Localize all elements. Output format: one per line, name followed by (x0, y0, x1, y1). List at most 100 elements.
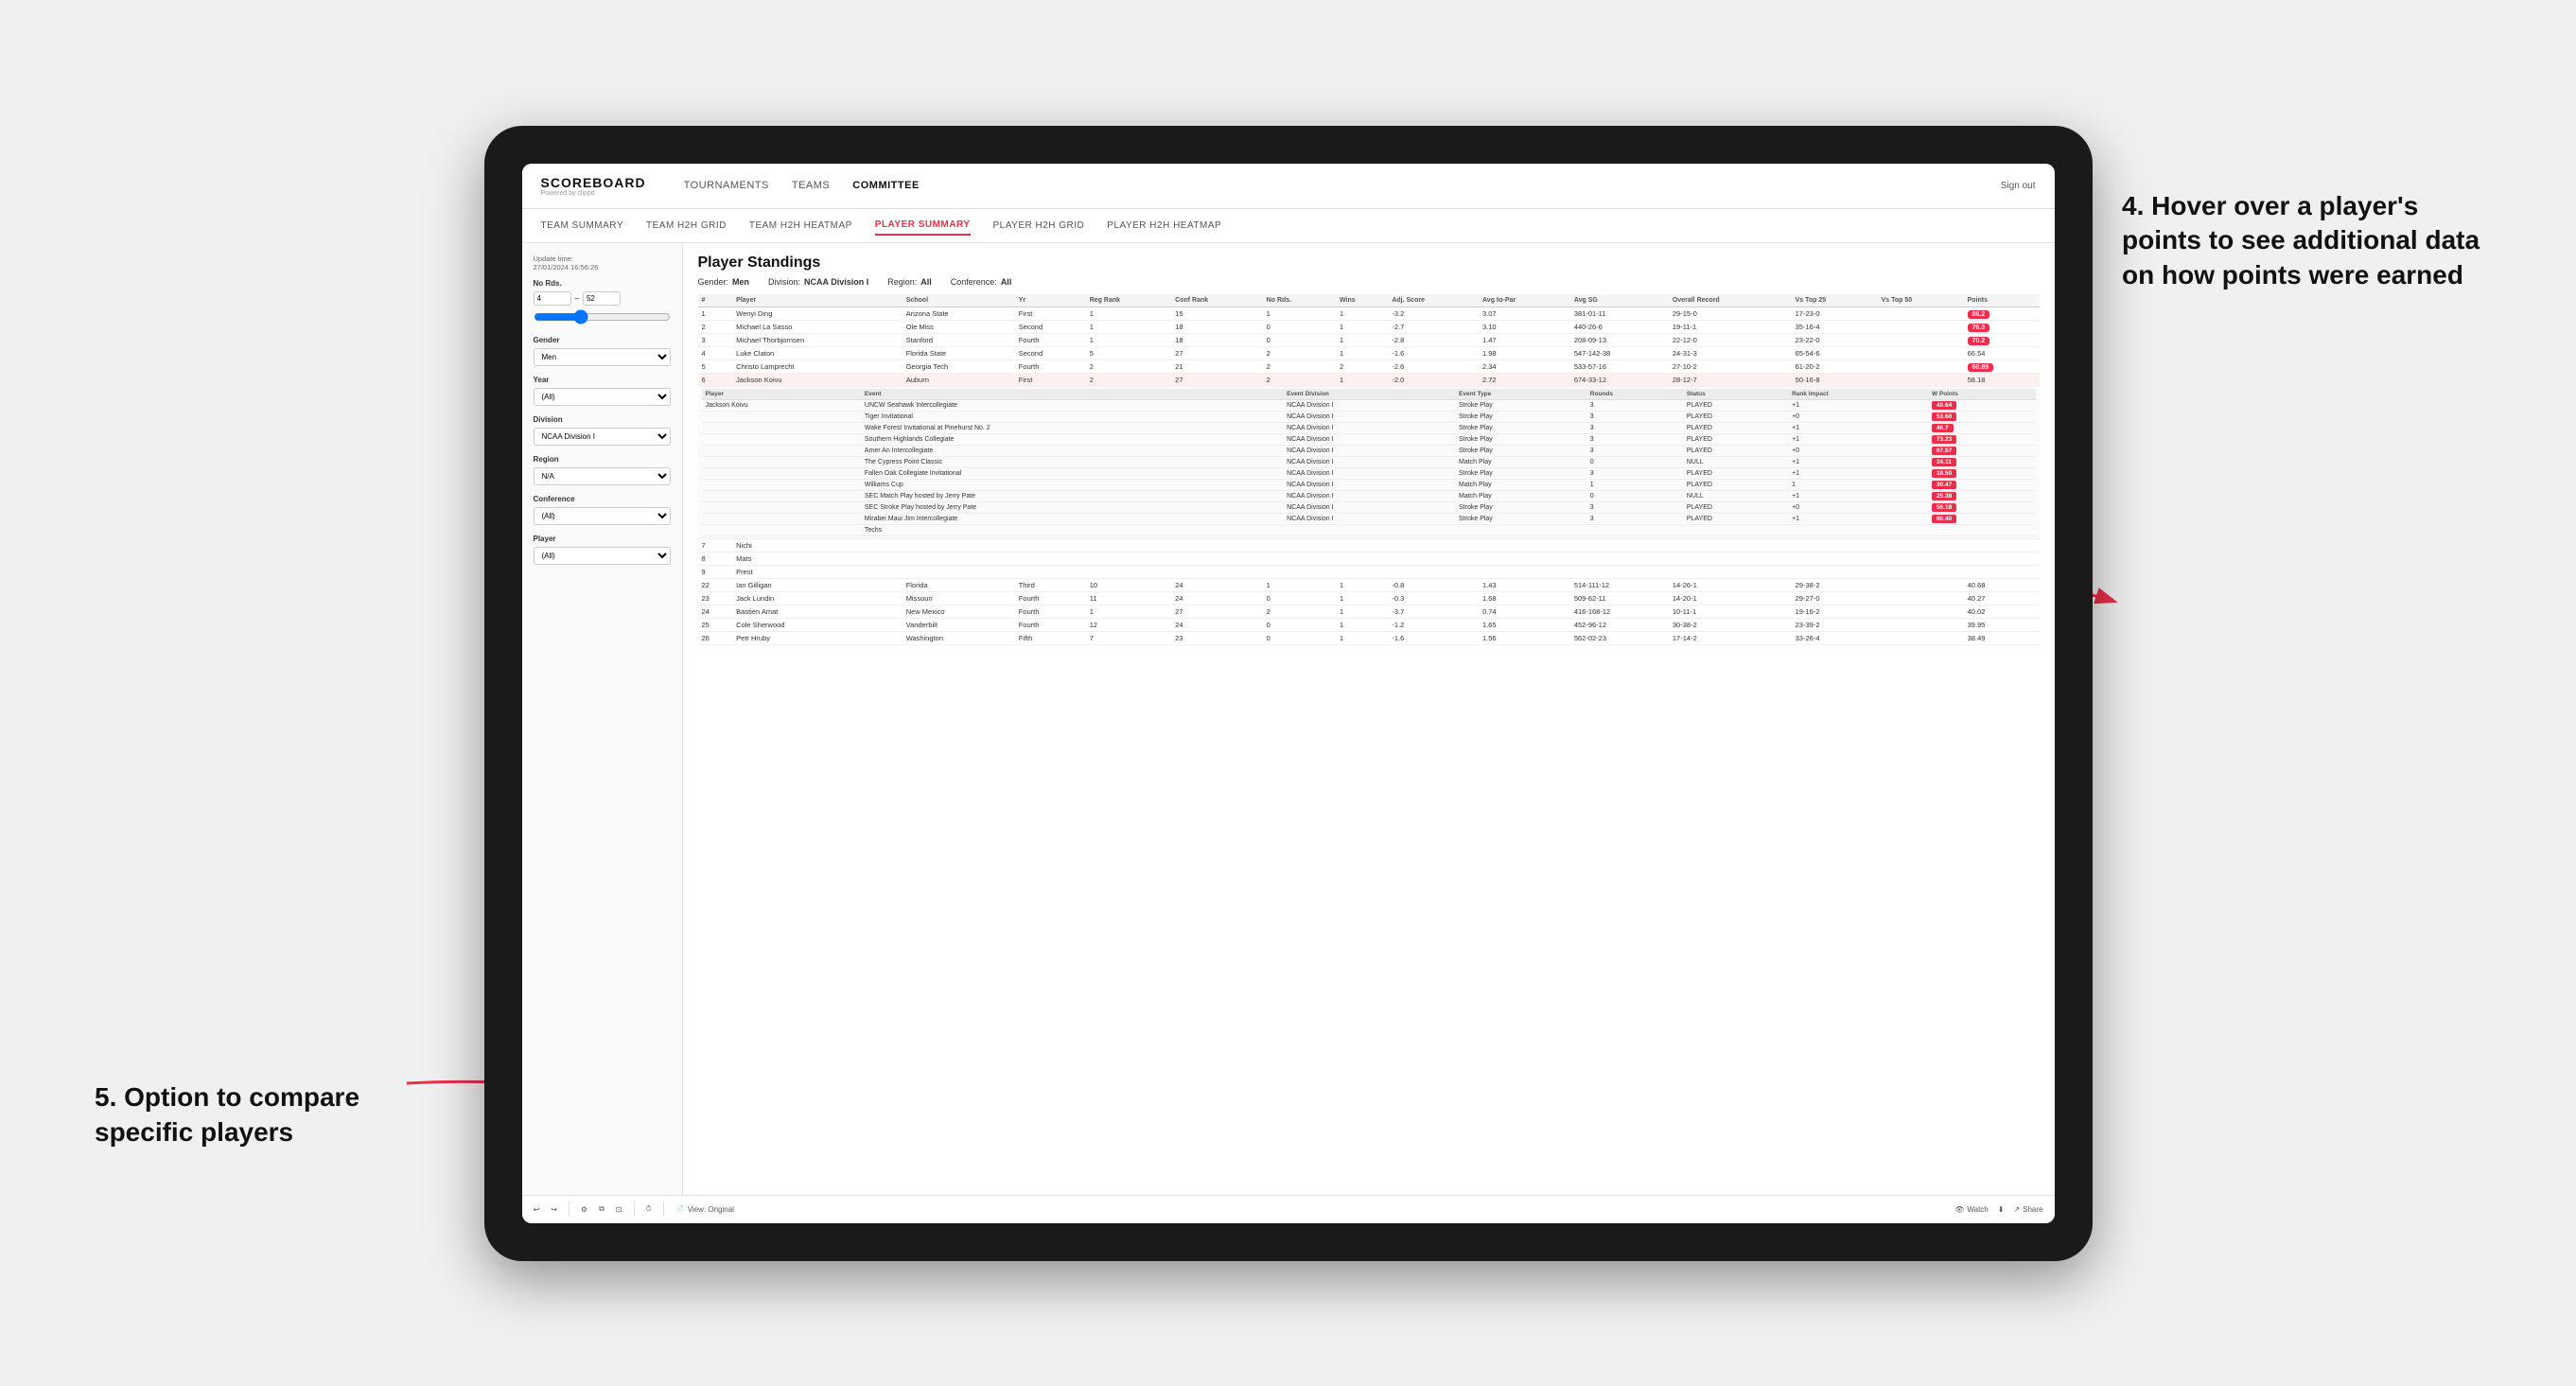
table-row: 25 Cole Sherwood Vanderbilt Fourth 12 24… (698, 618, 2040, 631)
nav-tournaments[interactable]: TOURNAMENTS (684, 176, 769, 195)
col-to-par: Avg to-Par (1479, 294, 1570, 307)
sidebar-gender-label: Gender (534, 336, 671, 344)
sign-out-link[interactable]: Sign out (2001, 181, 2036, 191)
toolbar-sep-3 (663, 1202, 664, 1217)
main-content: Update time: 27/01/2024 16:56:26 No Rds.… (522, 243, 2055, 1195)
sidebar-conference-select[interactable]: (All) (534, 507, 671, 525)
col-player: Player (732, 294, 902, 307)
col-reg-rank: Reg Rank (1086, 294, 1171, 307)
nav-items: TOURNAMENTS TEAMS COMMITTEE (684, 176, 2001, 195)
export-btn[interactable]: ⊡ (616, 1205, 622, 1214)
nav-teams[interactable]: TEAMS (792, 176, 830, 195)
col-conf-rank: Conf Rank (1171, 294, 1263, 307)
inner-table-row: Southern Highlands Collegiate NCAA Divis… (702, 433, 2036, 445)
sidebar-gender: Gender Men (534, 336, 671, 366)
subnav-player-h2h-heatmap[interactable]: PLAYER H2H HEATMAP (1107, 217, 1221, 235)
annotation-hover-points: 4. Hover over a player's points to see a… (2122, 189, 2481, 292)
top-nav: SCOREBOARD Powered by clippd TOURNAMENTS… (522, 164, 2055, 209)
expanded-events-row: Player Event Event Division Event Type R… (698, 386, 2040, 538)
col-wins: Wins (1336, 294, 1388, 307)
subnav-player-h2h-grid[interactable]: PLAYER H2H GRID (993, 217, 1085, 235)
inner-table-row: Fallen Oak Collegiate Invitational NCAA … (702, 467, 2036, 479)
subnav-team-summary[interactable]: TEAM SUMMARY (541, 217, 624, 235)
table-row: 26 Petr Hruby Washington Fifth 7 23 0 1 … (698, 631, 2040, 644)
subnav-player-summary[interactable]: PLAYER SUMMARY (875, 216, 971, 236)
table-row: 5 Christo Lamprecht Georgia Tech Fourth … (698, 360, 2040, 373)
col-yr: Yr (1015, 294, 1086, 307)
sidebar-division-label: Division (534, 415, 671, 424)
brand-title: SCOREBOARD (541, 175, 646, 190)
sidebar-conference-label: Conference (534, 495, 671, 503)
inner-table-row: The Cypress Point Classic NCAA Division … (702, 456, 2036, 467)
undo-btn[interactable]: ↩ (534, 1205, 540, 1214)
table-row: 1 Wenyi Ding Arizona State First 1 15 1 … (698, 307, 2040, 320)
clock-btn[interactable]: ⏱ (646, 1204, 652, 1214)
standings-table: # Player School Yr Reg Rank Conf Rank No… (698, 294, 2040, 645)
inner-table-row: Williams Cup NCAA Division I Match Play … (702, 479, 2036, 490)
inner-table-row: Amer An Intercollegiate NCAA Division I … (702, 445, 2036, 456)
col-vs50: Vs Top 50 (1878, 294, 1964, 307)
table-row: 24 Bastien Amat New Mexico Fourth 1 27 2… (698, 605, 2040, 618)
col-vs25: Vs Top 25 (1792, 294, 1878, 307)
table-row: 6 Jackson Koivu Auburn First 2 27 2 1 -2… (698, 373, 2040, 386)
sidebar-player-label: Player (534, 535, 671, 543)
inner-table-row: SEC Match Play hosted by Jerry Pate NCAA… (702, 490, 2036, 501)
redo-btn[interactable]: ↪ (551, 1205, 557, 1214)
brand-sub: Powered by clippd (541, 190, 646, 197)
inner-table-row: Mirabei Maui Jim Intercollegiate NCAA Di… (702, 513, 2036, 524)
inner-table-row: Wake Forest Invitational at Pinehurst No… (702, 422, 2036, 433)
bottom-toolbar: ↩ ↪ ⚙ ⧉ ⊡ ⏱ 📄 View: Original 👁 Watch ⬇ ↗… (522, 1195, 2055, 1223)
filter-gender: Gender: Men (698, 277, 750, 287)
col-rds: No Rds. (1263, 294, 1336, 307)
sidebar: Update time: 27/01/2024 16:56:26 No Rds.… (522, 243, 683, 1195)
table-row: 2 Michael La Sasso Ole Miss Second 1 18 … (698, 320, 2040, 333)
inner-table-row: Jackson Koivu UNCW Seahawk Intercollegia… (702, 399, 2036, 411)
filter-conference: Conference: All (951, 277, 1012, 287)
sidebar-no-rds-max-input[interactable] (583, 291, 621, 306)
tablet-screen: SCOREBOARD Powered by clippd TOURNAMENTS… (522, 164, 2055, 1223)
tablet-frame: SCOREBOARD Powered by clippd TOURNAMENTS… (484, 126, 2093, 1261)
sidebar-gender-select[interactable]: Men (534, 348, 671, 366)
inner-table-row: Tiger Invitational NCAA Division I Strok… (702, 411, 2036, 422)
sidebar-player: Player (All) (534, 535, 671, 565)
view-original-btn[interactable]: 📄 View: Original (675, 1205, 734, 1214)
sidebar-year-label: Year (534, 376, 671, 384)
inner-table-row: Techs (702, 524, 2036, 535)
sidebar-rds-slider[interactable] (534, 309, 671, 325)
settings-btn[interactable]: ⚙ (581, 1205, 587, 1214)
sidebar-no-rds-range: – (534, 291, 671, 306)
sidebar-player-select[interactable]: (All) (534, 547, 671, 565)
sidebar-year-select[interactable]: (All) (534, 388, 671, 406)
inner-header-row: Player Event Event Division Event Type R… (702, 389, 2036, 400)
share-btn[interactable]: ↗ Share (2013, 1205, 2042, 1214)
nav-right: Sign out (2001, 181, 2036, 191)
filter-division: Division: NCAA Division I (768, 277, 868, 287)
download-btn[interactable]: ⬇ (1998, 1205, 2005, 1214)
filter-region: Region: All (887, 277, 932, 287)
col-avg-sg: Avg SG (1570, 294, 1669, 307)
nav-committee[interactable]: COMMITTEE (852, 176, 920, 195)
sidebar-no-rds-min-input[interactable] (534, 291, 571, 306)
subnav-team-h2h-heatmap[interactable]: TEAM H2H HEATMAP (749, 217, 852, 235)
sidebar-conference: Conference (All) (534, 495, 671, 525)
table-header-row: # Player School Yr Reg Rank Conf Rank No… (698, 294, 2040, 307)
sidebar-division: Division NCAA Division I (534, 415, 671, 446)
copy-btn[interactable]: ⧉ (599, 1204, 605, 1214)
table-body: 1 Wenyi Ding Arizona State First 1 15 1 … (698, 307, 2040, 644)
toolbar-right: 👁 Watch ⬇ ↗ Share (1954, 1205, 2042, 1214)
col-points: Points (1964, 294, 2040, 307)
sub-nav: TEAM SUMMARY TEAM H2H GRID TEAM H2H HEAT… (522, 209, 2055, 243)
subnav-team-h2h-grid[interactable]: TEAM H2H GRID (646, 217, 727, 235)
toolbar-sep-1 (569, 1202, 570, 1217)
sidebar-region-select[interactable]: N/A (534, 467, 671, 485)
col-overall: Overall Record (1669, 294, 1792, 307)
sidebar-year: Year (All) (534, 376, 671, 406)
table-row: 9 Prest (698, 565, 2040, 578)
table-row: 4 Luke Claton Florida State Second 5 27 … (698, 346, 2040, 360)
inner-table-row: SEC Stroke Play hosted by Jerry Pate NCA… (702, 501, 2036, 513)
table-row: 7 Nichi (698, 538, 2040, 552)
watch-btn[interactable]: 👁 Watch (1954, 1205, 1989, 1214)
col-num: # (698, 294, 733, 307)
table-row: 3 Michael Thorbjornsen Stanford Fourth 1… (698, 333, 2040, 346)
sidebar-division-select[interactable]: NCAA Division I (534, 428, 671, 446)
